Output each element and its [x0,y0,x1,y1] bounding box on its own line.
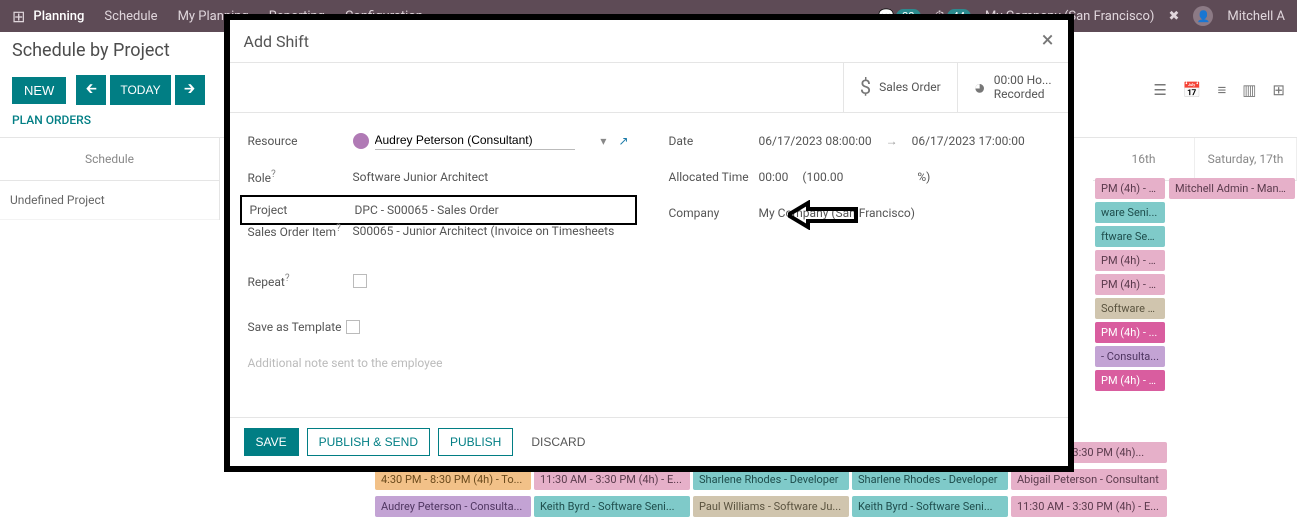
hours-recorded-stat-button[interactable]: ◕ 00:00 Ho... Recorded [957,63,1068,112]
date-start-value[interactable]: 06/17/2023 08:00:00 [759,134,872,148]
date-label: Date [669,134,759,148]
sales-order-item-value[interactable]: S00065 - Junior Architect (Invoice on Ti… [353,224,629,238]
hours-recorded-value: 00:00 Ho... [994,73,1052,87]
allocated-pct-close: %) [917,170,930,184]
repeat-checkbox[interactable] [353,274,367,288]
repeat-label: Repeat? [248,273,353,289]
clock-icon: ◕ [974,75,986,100]
annotation-arrow [788,200,858,230]
additional-note-input[interactable]: Additional note sent to the employee [248,356,443,370]
allocated-time-label: Allocated Time [669,170,759,184]
role-value[interactable]: Software Junior Architect [353,170,629,184]
publish-button[interactable]: PUBLISH [438,428,513,456]
project-value[interactable]: DPC - S00065 - Sales Order [355,203,627,217]
external-link-icon[interactable]: ↗ [618,134,628,148]
arrow-right-icon: → [886,134,898,148]
close-icon[interactable]: × [1042,30,1054,52]
discard-button[interactable]: DISCARD [521,429,595,455]
resource-input[interactable] [375,131,575,150]
allocated-pct-open[interactable]: (100.00 [802,170,843,184]
add-shift-modal: Add Shift × $ Sales Order ◕ 00:00 Ho... … [224,14,1074,472]
modal-title: Add Shift [244,32,309,51]
sales-order-stat-label: Sales Order [879,80,941,94]
sales-order-stat-button[interactable]: $ Sales Order [843,63,957,112]
chevron-down-icon[interactable]: ▾ [600,134,606,148]
save-as-template-label: Save as Template [248,320,342,334]
resource-avatar [353,133,369,149]
save-as-template-checkbox[interactable] [346,320,360,334]
save-button[interactable]: SAVE [244,428,299,456]
role-label: Role? [248,169,353,185]
hours-recorded-label: Recorded [994,87,1052,101]
project-label: Project [250,203,355,217]
dollar-icon: $ [860,75,871,99]
modal-overlay: Add Shift × $ Sales Order ◕ 00:00 Ho... … [0,0,1297,508]
resource-label: Resource [248,134,353,148]
company-label: Company [669,206,759,220]
sales-order-item-label: Sales Order Item? [248,223,353,239]
allocated-hours-value[interactable]: 00:00 [759,170,789,184]
date-end-value[interactable]: 06/17/2023 17:00:00 [912,134,1025,148]
publish-send-button[interactable]: PUBLISH & SEND [307,428,430,456]
